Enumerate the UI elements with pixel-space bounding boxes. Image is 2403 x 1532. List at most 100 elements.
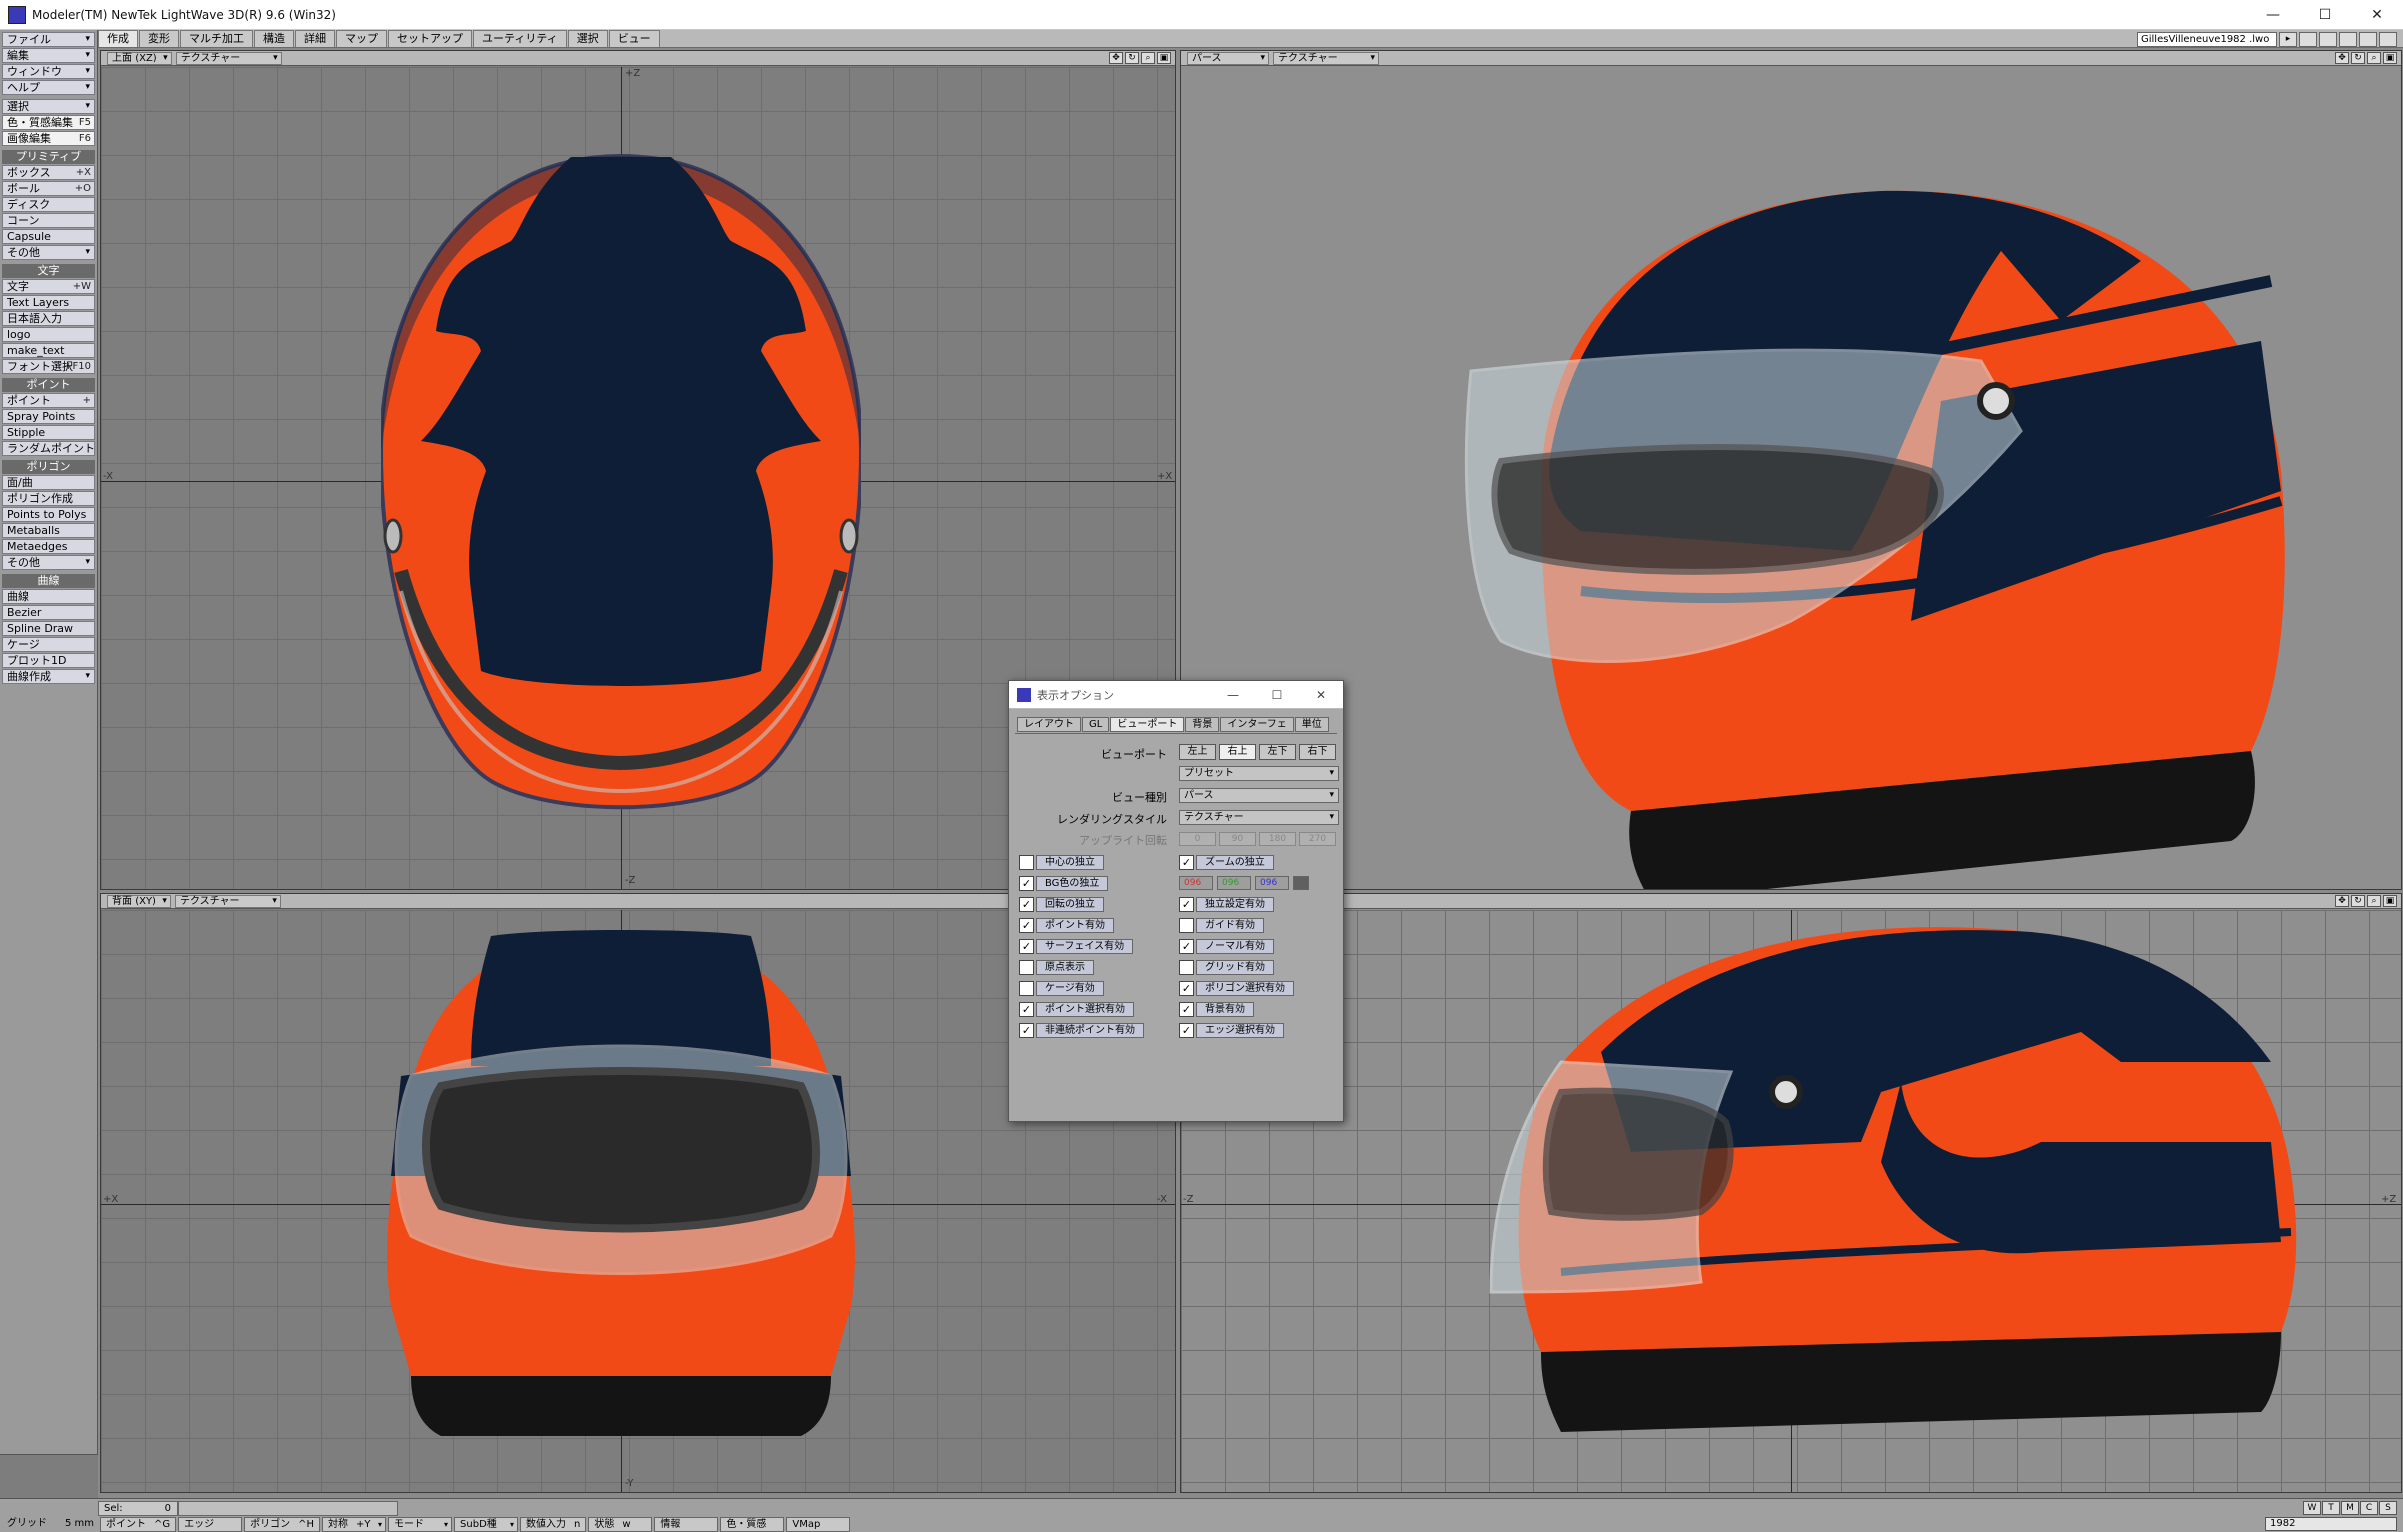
sidebar-tool-item[interactable]: ディスク — [2, 197, 95, 212]
bg-color-swatch[interactable] — [1293, 876, 1309, 890]
sidebar-tool-item[interactable]: 曲線作成 — [2, 669, 95, 684]
checkbox[interactable]: ✓ — [1179, 896, 1194, 912]
checkbox[interactable]: ✓ — [1179, 980, 1194, 996]
option-checkbox[interactable]: ガイド有効 — [1179, 917, 1264, 933]
menu-tab-7[interactable]: ユーティリティ — [473, 30, 567, 47]
layer-button-3[interactable] — [2339, 31, 2357, 47]
select-menu[interactable]: 選択 — [2, 99, 95, 114]
maximize-view-icon[interactable]: ▣ — [1157, 52, 1171, 64]
minimize-button[interactable]: — — [2247, 0, 2299, 30]
maximize-view-icon[interactable]: ▣ — [2383, 895, 2397, 907]
view-type-select[interactable]: パース — [1187, 51, 1269, 65]
shading-select[interactable]: テクスチャー — [1273, 51, 1379, 65]
sidebar-tool-item[interactable]: 面/曲 — [2, 475, 95, 490]
checkbox[interactable]: ✓ — [1019, 896, 1034, 912]
sidebar-tool-item[interactable]: フォント選択 +F10 — [2, 359, 95, 374]
checkbox[interactable]: ✓ — [1019, 917, 1034, 933]
shading-select[interactable]: テクスチャー — [175, 51, 282, 65]
sidebar-tool-item[interactable]: ボックス +X — [2, 165, 95, 180]
layer-button-1[interactable] — [2299, 31, 2317, 47]
sidebar-tool-item[interactable]: ランダムポイント — [2, 441, 95, 456]
sidebar-tool-item[interactable]: その他 — [2, 555, 95, 570]
checkbox[interactable] — [1179, 917, 1194, 933]
view-mode-button[interactable]: M — [2341, 1501, 2359, 1515]
rotate-icon[interactable]: ↻ — [2351, 52, 2365, 64]
sidebar-tool-item[interactable]: プロット1D — [2, 653, 95, 668]
menu-tab-1[interactable]: 変形 — [139, 30, 179, 47]
status-button[interactable]: ポイント ^G — [100, 1516, 177, 1532]
render-style-select[interactable]: テクスチャー — [1179, 810, 1339, 825]
sidebar-menu-1[interactable]: 編集 — [2, 48, 95, 63]
dialog-tab-3[interactable]: 背景 — [1185, 717, 1220, 732]
checkbox[interactable]: ✓ — [1179, 1001, 1194, 1017]
option-checkbox[interactable]: ✓ ポイント選択有効 — [1019, 1001, 1134, 1017]
checkbox[interactable]: ✓ — [1179, 938, 1194, 954]
status-button[interactable]: エッジ — [178, 1516, 243, 1532]
option-checkbox[interactable]: ✓ ズームの独立 — [1179, 854, 1274, 870]
layer-button-4[interactable] — [2359, 31, 2377, 47]
sidebar-tool-item[interactable]: Spline Draw — [2, 621, 95, 636]
layer-button-5[interactable] — [2379, 31, 2397, 47]
dialog-tab-5[interactable]: 単位 — [1294, 717, 1329, 732]
viewport-select-button[interactable]: 左下 — [1259, 744, 1296, 760]
status-button[interactable]: ポリゴン ^H — [244, 1516, 321, 1532]
checkbox[interactable]: ✓ — [1179, 1022, 1194, 1038]
dialog-tab-4[interactable]: インターフェ — [1220, 717, 1294, 732]
shading-select[interactable]: テクスチャー — [174, 894, 281, 908]
close-button[interactable]: ✕ — [2351, 0, 2403, 30]
viewport-select-button[interactable]: 右上 — [1219, 744, 1256, 760]
option-checkbox[interactable]: ✓ 独立設定有効 — [1179, 896, 1274, 912]
dialog-maximize-button[interactable]: ☐ — [1255, 681, 1299, 709]
menu-tab-3[interactable]: 構造 — [254, 30, 294, 47]
checkbox[interactable]: ✓ — [1179, 854, 1194, 870]
sidebar-menu-0[interactable]: ファイル — [2, 32, 95, 47]
sidebar-tool-item[interactable]: その他 — [2, 245, 95, 260]
move-icon[interactable]: ✥ — [1109, 52, 1123, 64]
status-button[interactable]: VMap — [786, 1516, 851, 1532]
checkbox[interactable] — [1179, 959, 1194, 975]
status-button[interactable]: 色・質感 — [720, 1516, 785, 1532]
option-checkbox[interactable]: ✓ ポリゴン選択有効 — [1179, 980, 1294, 996]
option-checkbox[interactable]: グリッド有効 — [1179, 959, 1274, 975]
viewport-bottom-right[interactable]: ✥ ↻ ⌕ ▣ -Z +Z — [1180, 893, 2402, 1493]
status-button[interactable]: 情報 — [654, 1516, 719, 1532]
sidebar-tool-item[interactable]: コーン — [2, 213, 95, 228]
option-checkbox[interactable]: ✓ 回転の独立 — [1019, 896, 1104, 912]
menu-tab-2[interactable]: マルチ加工 — [180, 30, 253, 47]
status-button[interactable]: 対称 +Y — [322, 1516, 387, 1532]
checkbox[interactable]: ✓ — [1019, 938, 1034, 954]
sidebar-tool-item[interactable]: Stipple — [2, 425, 95, 440]
scene-prev-button[interactable]: ▸ — [2279, 31, 2297, 47]
menu-tab-9[interactable]: ビュー — [608, 30, 660, 47]
option-checkbox[interactable]: ✓ サーフェイス有効 — [1019, 938, 1134, 954]
menu-tab-0[interactable]: 作成 — [98, 30, 138, 47]
option-checkbox[interactable]: 中心の独立 — [1019, 854, 1104, 870]
checkbox[interactable]: ✓ — [1019, 1001, 1034, 1017]
option-checkbox[interactable]: ✓ 背景有効 — [1179, 1001, 1254, 1017]
option-checkbox[interactable]: ケージ有効 — [1019, 980, 1104, 996]
view-type-select[interactable]: 上面 (XZ) — [107, 51, 172, 65]
view-mode-button[interactable]: S — [2379, 1501, 2397, 1515]
upright-rotation-button[interactable]: 90 — [1219, 832, 1256, 846]
status-button[interactable]: SubD種 — [454, 1516, 519, 1532]
zoom-icon[interactable]: ⌕ — [1141, 52, 1155, 64]
view-mode-button[interactable]: C — [2360, 1501, 2378, 1515]
scene-selector[interactable]: GillesVilleneuve1982 .lwo — [2137, 31, 2277, 47]
menu-tab-8[interactable]: 選択 — [567, 30, 608, 47]
zoom-icon[interactable]: ⌕ — [2367, 52, 2381, 64]
dialog-tab-0[interactable]: レイアウト — [1017, 717, 1081, 732]
sidebar-menu-3[interactable]: ヘルプ — [2, 80, 95, 95]
bg-color-channel[interactable]: 096 — [1255, 876, 1289, 890]
sidebar-tool-item[interactable]: ケージ — [2, 637, 95, 652]
viewport-select-button[interactable]: 左上 — [1179, 744, 1216, 760]
sidebar-tool-item[interactable]: Capsule — [2, 229, 95, 244]
view-mode-button[interactable]: T — [2322, 1501, 2340, 1515]
upright-rotation-button[interactable]: 0 — [1179, 832, 1216, 846]
option-checkbox[interactable]: 原点表示 — [1019, 959, 1094, 975]
preset-select[interactable]: プリセット — [1179, 766, 1339, 781]
option-checkbox[interactable]: ✓ ポイント有効 — [1019, 917, 1114, 933]
quick-item-1[interactable]: 画像編集 F6 — [2, 131, 95, 146]
option-checkbox[interactable]: ✓ BG色の独立 — [1019, 875, 1109, 891]
checkbox[interactable] — [1019, 959, 1034, 975]
quick-item-0[interactable]: 色・質感編集 F5 — [2, 115, 95, 130]
